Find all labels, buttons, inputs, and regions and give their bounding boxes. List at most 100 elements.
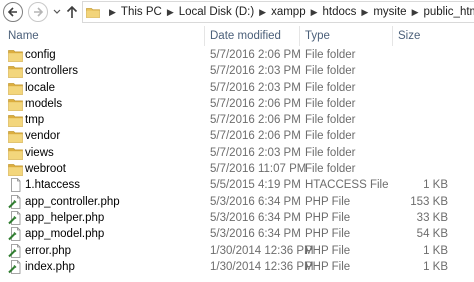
column-headers: Name Date modified Type Size: [0, 26, 474, 46]
file-type: File folder: [305, 65, 356, 78]
breadcrumb-separator-icon[interactable]: ▶: [311, 7, 318, 18]
file-name: app_helper.php: [25, 211, 105, 224]
file-row[interactable]: index.php 1/30/2014 12:36 PM PHP File 1 KB: [0, 259, 474, 275]
file-type: PHP File: [305, 260, 351, 273]
breadcrumb-item[interactable]: public_html: [424, 6, 474, 18]
column-header-name[interactable]: Name: [8, 30, 39, 42]
file-name: vendor: [25, 130, 61, 143]
navigation-bar: ▶ This PC ▶ Local Disk (D:) ▶ xampp ▶ htdocs ▶ my…: [0, 0, 474, 26]
breadcrumb-separator-icon[interactable]: ▶: [259, 7, 266, 18]
file-row[interactable]: app_model.php 5/3/2016 6:34 PM PHP File 54 …: [0, 226, 474, 242]
chevron-down-icon: [53, 9, 61, 14]
php-file-icon: [8, 227, 23, 242]
file-name: views: [25, 146, 54, 159]
breadcrumb-item[interactable]: Local Disk (D:): [179, 6, 254, 18]
file-type: File folder: [305, 130, 356, 143]
column-header-size[interactable]: Size: [398, 30, 420, 42]
arrow-up-icon: [66, 5, 78, 18]
arrow-left-icon: [7, 7, 17, 17]
file-type: File folder: [305, 146, 356, 159]
folder-icon: [8, 64, 23, 79]
file-row[interactable]: locale 5/7/2016 2:03 PM File folder: [0, 80, 474, 96]
file-row[interactable]: error.php 1/30/2014 12:36 PM PHP File 1 KB: [0, 243, 474, 259]
file-name: 1.htaccess: [25, 179, 80, 192]
folder-icon: [8, 162, 23, 176]
php-file-icon: [8, 211, 23, 225]
file-date-modified: 5/7/2016 2:06 PM: [210, 97, 301, 110]
file-type: File folder: [305, 114, 356, 127]
breadcrumb-item[interactable]: mysite: [373, 6, 406, 18]
folder-icon: [86, 8, 100, 18]
file-name: controllers: [25, 65, 79, 78]
folder-icon: [8, 129, 23, 144]
file-date-modified: 1/30/2014 12:36 PM: [210, 260, 314, 273]
file-date-modified: 5/7/2016 11:07 PM: [210, 163, 307, 176]
file-date-modified: 5/7/2016 2:03 PM: [210, 81, 301, 94]
file-type: HTACCESS File: [305, 179, 389, 192]
file-type: File folder: [305, 49, 356, 61]
breadcrumb-item[interactable]: htdocs: [323, 6, 357, 18]
php-file-icon: [8, 259, 23, 274]
file-name: config: [25, 49, 56, 61]
file-row[interactable]: controllers 5/7/2016 2:03 PM File folder: [0, 63, 474, 79]
file-date-modified: 5/3/2016 6:34 PM: [210, 195, 301, 208]
breadcrumb-separator-icon[interactable]: ▶: [412, 7, 419, 18]
column-header-type[interactable]: Type: [305, 30, 330, 42]
folder-icon: [8, 48, 23, 62]
breadcrumb-separator-icon[interactable]: ▶: [167, 7, 174, 18]
file-date-modified: 5/7/2016 2:06 PM: [210, 49, 301, 61]
php-file-icon: [8, 243, 23, 258]
file-row[interactable]: app_controller.php 5/3/2016 6:34 PM PHP Fi…: [0, 194, 474, 210]
file-date-modified: 5/3/2016 6:34 PM: [210, 211, 301, 224]
file-row[interactable]: webroot 5/7/2016 11:07 PM File folder: [0, 161, 474, 177]
file-date-modified: 1/30/2014 12:36 PM: [210, 244, 314, 257]
file-row[interactable]: models 5/7/2016 2:06 PM File folder: [0, 96, 474, 112]
column-divider[interactable]: [392, 26, 393, 46]
file-date-modified: 5/5/2015 4:19 PM: [210, 179, 301, 192]
file-date-modified: 5/7/2016 2:03 PM: [210, 146, 301, 159]
file-type: File folder: [305, 97, 356, 110]
recent-locations-button[interactable]: [52, 3, 62, 21]
file-row[interactable]: vendor 5/7/2016 2:06 PM File folder: [0, 128, 474, 144]
file-date-modified: 5/7/2016 2:06 PM: [210, 130, 301, 143]
folder-icon: [8, 146, 23, 160]
folder-icon: [8, 113, 23, 128]
column-divider[interactable]: [204, 26, 205, 46]
arrow-right-icon: [34, 7, 44, 17]
file-name: error.php: [25, 244, 72, 257]
php-file-icon: [8, 194, 23, 209]
back-button[interactable]: [3, 2, 23, 22]
file-row[interactable]: views 5/7/2016 2:03 PM File folder: [0, 145, 474, 161]
file-icon: [8, 178, 23, 193]
column-header-date-modified[interactable]: Date modified: [210, 30, 281, 42]
file-type: File folder: [305, 81, 356, 94]
file-type: PHP File: [305, 195, 351, 208]
file-date-modified: 5/7/2016 2:03 PM: [210, 65, 301, 78]
breadcrumb-item[interactable]: This PC: [121, 6, 162, 18]
breadcrumb-item[interactable]: xampp: [271, 6, 306, 18]
file-type: PHP File: [305, 211, 351, 224]
file-size: 1 KB: [423, 179, 448, 192]
file-name: app_controller.php: [25, 195, 120, 208]
file-name: locale: [25, 81, 56, 94]
file-name: app_model.php: [25, 228, 105, 241]
file-size: 153 KB: [410, 195, 448, 208]
file-row[interactable]: config 5/7/2016 2:06 PM File folder: [0, 47, 474, 63]
file-name: webroot: [25, 163, 66, 176]
file-size: 33 KB: [416, 211, 448, 224]
file-type: File folder: [305, 163, 356, 176]
file-row[interactable]: tmp 5/7/2016 2:06 PM File folder: [0, 112, 474, 128]
file-name: index.php: [25, 260, 75, 273]
file-list: config 5/7/2016 2:06 PM File folder control…: [0, 47, 474, 275]
file-date-modified: 5/7/2016 2:06 PM: [210, 114, 301, 127]
folder-icon: [8, 97, 23, 111]
forward-button[interactable]: [28, 2, 48, 22]
breadcrumb-separator-icon[interactable]: ▶: [361, 7, 368, 18]
folder-icon: [8, 81, 23, 95]
file-row[interactable]: 1.htaccess 5/5/2015 4:19 PM HTACCESS File 1…: [0, 177, 474, 193]
address-bar[interactable]: ▶ This PC ▶ Local Disk (D:) ▶ xampp ▶ htdocs ▶ my…: [82, 1, 474, 23]
up-button[interactable]: [64, 3, 80, 21]
file-row[interactable]: app_helper.php 5/3/2016 6:34 PM PHP File 33…: [0, 210, 474, 226]
breadcrumb-separator-icon[interactable]: ▶: [109, 7, 116, 18]
column-divider[interactable]: [299, 26, 300, 46]
